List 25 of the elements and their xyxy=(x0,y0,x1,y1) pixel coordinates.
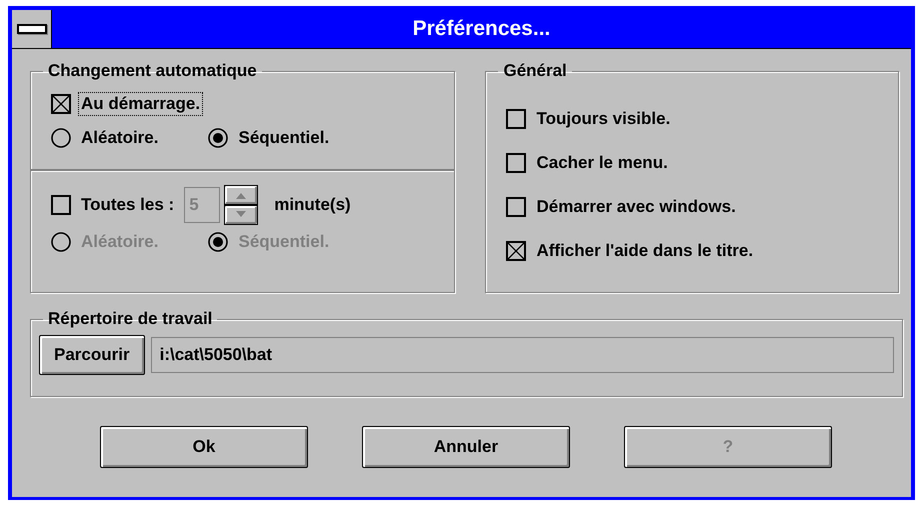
dialog-button[interactable]: Annuler xyxy=(362,426,570,468)
checkbox-label[interactable]: Afficher l'aide dans le titre. xyxy=(534,240,756,262)
group-title: Général xyxy=(502,61,568,81)
system-menu-button[interactable] xyxy=(12,10,52,48)
checkbox-label[interactable]: Au démarrage. xyxy=(79,93,202,115)
checkbox-label[interactable]: Toujours visible. xyxy=(534,108,672,130)
unit-label: minute(s) xyxy=(273,194,352,216)
checkbox[interactable] xyxy=(506,153,526,173)
checkbox[interactable] xyxy=(506,241,526,261)
checkbox[interactable] xyxy=(506,197,526,217)
dialog-button[interactable]: Ok xyxy=(100,426,308,468)
window-title: Préférences... xyxy=(412,17,552,41)
checkbox[interactable] xyxy=(506,109,526,129)
browse-button[interactable]: Parcourir xyxy=(39,335,145,375)
group-title: Changement automatique xyxy=(47,61,258,81)
radio-label[interactable]: Séquentiel. xyxy=(236,127,332,149)
checkbox-label[interactable]: Démarrer avec windows. xyxy=(534,196,738,218)
checkbox-label[interactable]: Cacher le menu. xyxy=(534,152,670,174)
radio-button[interactable] xyxy=(51,128,71,148)
radio-label[interactable]: Aléatoire. xyxy=(79,127,160,149)
spinner-arrows[interactable] xyxy=(224,185,258,225)
path-field[interactable]: i:\cat\5050\bat xyxy=(150,337,894,373)
checkbox[interactable] xyxy=(51,94,71,114)
radio-button[interactable] xyxy=(208,128,228,148)
group-title: Répertoire de travail xyxy=(47,309,214,329)
